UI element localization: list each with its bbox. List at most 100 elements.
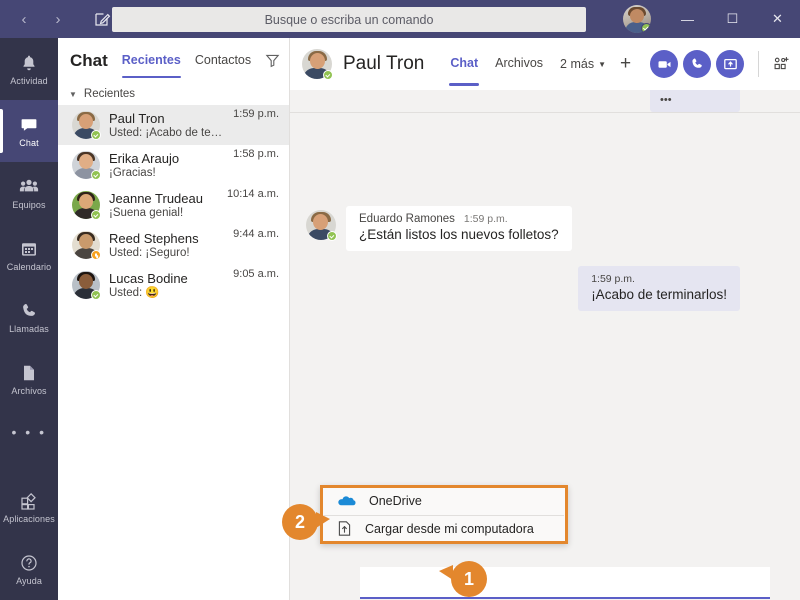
close-button[interactable]: ✕: [755, 0, 800, 38]
message-incoming: Eduardo Ramones 1:59 p.m. ¿Están listos …: [306, 206, 572, 251]
nav-arrows: ‹ ›: [10, 5, 72, 33]
sidebar-item-actividad[interactable]: Actividad: [0, 38, 58, 100]
sidebar-item-label: Llamadas: [9, 324, 49, 334]
menu-item-upload-from-computer[interactable]: Cargar desde mi computadora: [323, 516, 565, 543]
list-item-name: Jeanne Trudeau: [109, 190, 203, 206]
list-item-name: Erika Araujo: [109, 150, 180, 166]
list-item-time: 1:58 p.m.: [233, 148, 279, 160]
message-sender: Eduardo Ramones: [359, 213, 455, 225]
forward-button[interactable]: ›: [44, 5, 72, 33]
callout-number: 1: [463, 568, 474, 589]
search-placeholder: Busque o escriba un comando: [264, 12, 434, 27]
maximize-button[interactable]: ☐: [710, 0, 755, 38]
conversation-header: Paul Tron Chat Archivos 2 más ▼ +: [290, 38, 800, 90]
message-bubble-partial: •••: [650, 90, 740, 112]
phone-icon: [20, 300, 38, 322]
sidebar-item-label: Calendario: [6, 262, 52, 272]
list-item-preview: ¡Suena genial!: [109, 206, 184, 219]
list-item[interactable]: Paul Tron Usted: ¡Acabo de terminarlos! …: [58, 105, 289, 145]
chat-bubble-icon: [20, 114, 38, 136]
minimize-button[interactable]: —: [665, 0, 710, 38]
message-outgoing: 1:59 p.m. ¡Acabo de terminarlos!: [578, 266, 740, 311]
back-button[interactable]: ‹: [10, 5, 38, 33]
tab-archivos[interactable]: Archivos: [495, 56, 543, 73]
sidebar-item-llamadas[interactable]: Llamadas: [0, 286, 58, 348]
current-user-avatar[interactable]: [623, 5, 651, 33]
sidebar-item-ayuda[interactable]: Ayuda: [0, 538, 58, 600]
sidebar-item-equipos[interactable]: Equipos: [0, 162, 58, 224]
sidebar-item-label: Actividad: [10, 76, 48, 86]
list-item-time: 10:14 a.m.: [227, 188, 279, 200]
tab-contactos[interactable]: Contactos: [195, 53, 251, 69]
sidebar-item-archivos[interactable]: Archivos: [0, 348, 58, 410]
sidebar-item-label: Archivos: [11, 386, 47, 396]
sidebar-item-label: Chat: [19, 138, 39, 148]
section-recientes[interactable]: ▼ Recientes: [58, 83, 289, 105]
apps-icon: [20, 490, 39, 512]
message-input[interactable]: [360, 567, 770, 599]
app-rail: Actividad Chat Equipos Calendario Llamad…: [0, 38, 58, 600]
avatar: [306, 210, 337, 241]
chevron-down-icon: ▼: [598, 59, 607, 69]
more-apps-button[interactable]: • • •: [0, 410, 58, 454]
message-meta: Eduardo Ramones 1:59 p.m.: [359, 213, 559, 225]
section-label: Recientes: [83, 88, 136, 100]
title-bar: ‹ › Busque o escriba un comando — ☐ ✕: [0, 0, 800, 38]
list-item-time: 1:59 p.m.: [233, 108, 279, 120]
teams-people-icon: [19, 176, 39, 198]
list-item-time: 9:05 a.m.: [233, 268, 279, 280]
chat-list-header: Chat Recientes Contactos: [58, 38, 289, 83]
search-input[interactable]: Busque o escriba un comando: [112, 7, 586, 32]
presence-indicator: [91, 130, 101, 140]
presence-indicator: [91, 250, 101, 260]
tab-recientes[interactable]: Recientes: [121, 53, 181, 78]
sidebar-item-aplicaciones[interactable]: Aplicaciones: [0, 476, 58, 538]
sidebar-item-label: Aplicaciones: [3, 514, 55, 524]
sidebar-item-calendario[interactable]: Calendario: [0, 224, 58, 286]
presence-indicator: [91, 170, 101, 180]
avatar: [72, 231, 101, 260]
list-item-text: Jeanne Trudeau ¡Suena genial!: [109, 191, 218, 220]
list-item-text: Reed Stephens Usted: ¡Seguro!: [109, 231, 224, 260]
bell-icon: [20, 52, 38, 74]
filter-funnel-icon[interactable]: [265, 53, 280, 68]
share-screen-icon: [723, 57, 738, 72]
list-item-text: Paul Tron Usted: ¡Acabo de terminarlos!: [109, 111, 224, 140]
list-item-text: Erika Araujo ¡Gracias!: [109, 151, 224, 180]
add-tab-button[interactable]: +: [620, 53, 631, 75]
tab-chat[interactable]: Chat: [449, 56, 479, 86]
add-people-button[interactable]: [773, 56, 790, 72]
divider: [290, 112, 800, 113]
callout-badge-2: 2: [282, 504, 330, 540]
calendar-icon: [20, 238, 38, 260]
teams-window: ‹ › Busque o escriba un comando — ☐ ✕ Ac…: [0, 0, 800, 600]
divider: [758, 51, 759, 77]
audio-call-button[interactable]: [683, 50, 711, 78]
upload-file-icon: [337, 520, 352, 537]
callout-tail: [316, 512, 330, 528]
share-screen-button[interactable]: [716, 50, 744, 78]
callout-tail: [439, 565, 453, 580]
conversation-title: Paul Tron: [343, 53, 425, 74]
list-item[interactable]: Erika Araujo ¡Gracias! 1:58 p.m.: [58, 145, 289, 185]
list-item[interactable]: Lucas Bodine Usted: 😃 9:05 a.m.: [58, 265, 289, 305]
video-call-button[interactable]: [650, 50, 678, 78]
message-time: 1:59 p.m.: [463, 213, 508, 225]
list-item[interactable]: Reed Stephens Usted: ¡Seguro! 9:44 a.m.: [58, 225, 289, 265]
list-item[interactable]: Jeanne Trudeau ¡Suena genial! 10:14 a.m.: [58, 185, 289, 225]
more-tabs-dropdown[interactable]: 2 más ▼: [560, 57, 606, 71]
sidebar-item-chat[interactable]: Chat: [0, 100, 58, 162]
list-item-name: Reed Stephens: [109, 230, 199, 246]
message-bubble: Eduardo Ramones 1:59 p.m. ¿Están listos …: [346, 206, 572, 251]
list-item-preview: Usted: ¡Seguro!: [109, 246, 190, 259]
list-item-text: Lucas Bodine Usted: 😃: [109, 271, 224, 300]
presence-indicator: [327, 231, 337, 241]
list-item-preview: Usted: ¡Acabo de terminarlos!: [109, 126, 225, 139]
list-item-preview: Usted: 😃: [109, 286, 160, 299]
avatar: [72, 111, 101, 140]
message-partial-text: •••: [660, 94, 672, 106]
avatar: [72, 191, 101, 220]
sidebar-item-label: Ayuda: [16, 576, 42, 586]
presence-indicator: [641, 23, 651, 33]
menu-item-onedrive[interactable]: OneDrive: [323, 488, 565, 515]
